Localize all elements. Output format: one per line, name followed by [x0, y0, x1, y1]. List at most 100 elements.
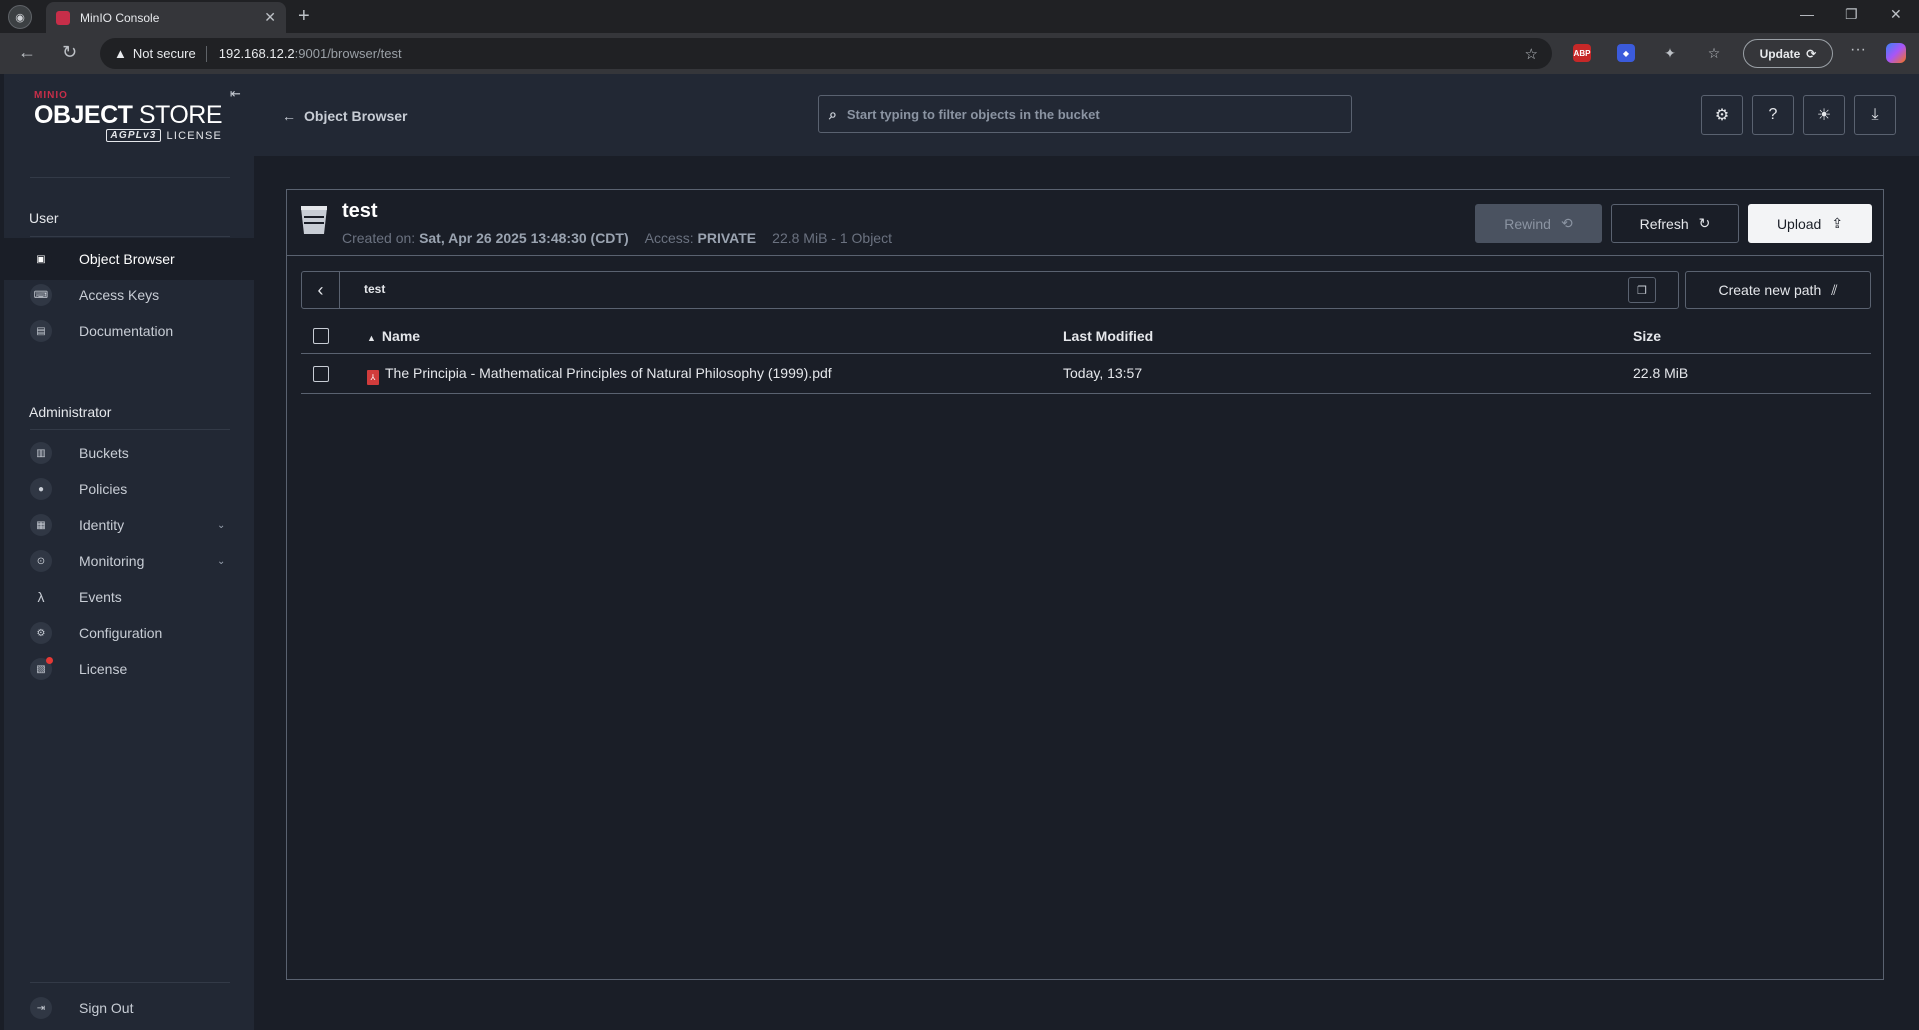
row-checkbox[interactable]: [313, 366, 329, 382]
refresh-icon: ↻: [1698, 215, 1711, 231]
search-icon: ⌕: [829, 105, 837, 122]
pdf-file-icon: ⅄: [367, 370, 379, 385]
bucket-meta: Created on: Sat, Apr 26 2025 13:48:30 (C…: [342, 230, 892, 246]
warning-icon: ▲: [114, 46, 127, 61]
address-bar[interactable]: ▲ Not secure 192.168.12.2 :9001/browser/…: [100, 38, 1552, 69]
upload-icon: ⇪: [1831, 215, 1844, 231]
create-new-path-button[interactable]: Create new path ⫽: [1685, 271, 1871, 309]
column-header-name[interactable]: ▲ Name: [367, 328, 420, 344]
minio-console: MINIO OBJECT STORE AGPLv3 LICENSE ⇤ User …: [0, 74, 1919, 1030]
path-back-button[interactable]: ‹: [302, 272, 340, 308]
chevron-down-icon: ⌄: [217, 519, 226, 531]
object-browser-icon: ▣: [30, 248, 52, 270]
update-icon: ⟳: [1806, 46, 1817, 61]
sidebar-divider: [30, 236, 230, 237]
url-host: 192.168.12.2: [218, 46, 295, 61]
favorites-icon[interactable]: ☆: [1705, 44, 1723, 62]
settings-button[interactable]: ⚙: [1701, 95, 1743, 135]
sign-out-icon: ⇥: [30, 997, 52, 1019]
access-keys-icon: ⌨: [30, 284, 52, 306]
breadcrumb-current[interactable]: test: [364, 282, 385, 296]
select-all-checkbox[interactable]: [313, 328, 329, 344]
sidebar-item-documentation[interactable]: ▤ Documentation: [4, 310, 254, 352]
collapse-sidebar-icon[interactable]: ⇤: [230, 86, 241, 102]
theme-toggle-button[interactable]: ☀: [1803, 95, 1845, 135]
help-icon: ?: [1768, 106, 1778, 123]
shield-extension-icon[interactable]: ◆: [1617, 44, 1635, 62]
section-title-user: User: [29, 210, 59, 226]
security-label: Not secure: [132, 46, 196, 61]
license-icon: ▧: [30, 657, 53, 680]
copilot-icon[interactable]: [1886, 43, 1906, 63]
history-icon: ⟲: [1560, 215, 1573, 231]
page-header: ← Object Browser ⌕ Start typing to filter…: [254, 74, 1919, 156]
refresh-button[interactable]: Refresh ↻: [1611, 204, 1739, 243]
objects-table: ▲ Name Last Modified Size ⅄ The Principia …: [301, 318, 1871, 394]
monitoring-icon: ⊙: [30, 550, 52, 572]
rewind-button[interactable]: Rewind ⟲: [1475, 204, 1602, 243]
minimize-icon[interactable]: —: [1800, 6, 1814, 22]
column-header-last-modified[interactable]: Last Modified: [1063, 328, 1153, 344]
new-folder-icon: ⫽: [1831, 281, 1838, 298]
back-to-object-browser-link[interactable]: ← Object Browser: [282, 108, 407, 124]
sidebar: MINIO OBJECT STORE AGPLv3 LICENSE ⇤ User …: [4, 74, 254, 1030]
sort-ascending-icon: ▲: [367, 333, 376, 343]
adblock-extension-icon[interactable]: ABP: [1573, 44, 1591, 62]
buckets-icon: ▥: [30, 442, 52, 464]
arrow-left-icon: ←: [282, 108, 296, 124]
documentation-icon: ▤: [30, 320, 52, 342]
breadcrumb: ‹ test ❐: [301, 271, 1679, 309]
tab-close-icon[interactable]: ✕: [264, 9, 276, 26]
address-separator: [205, 45, 207, 62]
column-header-size[interactable]: Size: [1633, 328, 1661, 344]
bucket-panel: test Created on: Sat, Apr 26 2025 13:48:…: [286, 189, 1884, 980]
policies-icon: ●: [30, 478, 52, 500]
browser-tab[interactable]: MinIO Console ✕: [46, 2, 286, 33]
browser-tab-bar: ◉ MinIO Console ✕ + — ❐ ✕: [0, 0, 1919, 33]
sun-icon: ☀: [1816, 107, 1832, 124]
more-menu-icon[interactable]: ···: [1850, 41, 1866, 59]
back-icon[interactable]: ←: [18, 42, 36, 63]
chevron-left-icon: ‹: [317, 279, 324, 300]
table-row[interactable]: ⅄ The Principia - Mathematical Principles…: [301, 354, 1871, 394]
browser-toolbar: ← ↻ ▲ Not secure 192.168.12.2 :9001/brow…: [0, 33, 1919, 74]
bucket-header: test Created on: Sat, Apr 26 2025 13:48:…: [287, 190, 1883, 256]
minio-favicon-icon: [56, 10, 70, 25]
copy-icon: ❐: [1637, 284, 1647, 297]
identity-icon: ▦: [30, 514, 52, 536]
chevron-down-icon: ⌄: [217, 555, 226, 567]
download-tray-icon: ⤓: [1871, 106, 1879, 123]
gear-icon: ⚙: [30, 622, 52, 644]
help-button[interactable]: ?: [1752, 95, 1794, 135]
bucket-icon: [301, 206, 327, 234]
object-size: 22.8 MiB: [1633, 365, 1689, 381]
new-tab-icon[interactable]: +: [298, 5, 310, 28]
upload-button[interactable]: Upload ⇪: [1748, 204, 1872, 243]
extensions-puzzle-icon[interactable]: ✦: [1661, 44, 1679, 62]
bucket-name: test: [342, 200, 378, 222]
update-button[interactable]: Update ⟳: [1743, 39, 1833, 68]
reload-icon[interactable]: ↻: [62, 42, 77, 63]
close-window-icon[interactable]: ✕: [1890, 6, 1902, 23]
minio-logo: MINIO OBJECT STORE AGPLv3 LICENSE: [34, 90, 223, 142]
filter-objects-input[interactable]: ⌕ Start typing to filter objects in the …: [818, 95, 1352, 133]
sidebar-divider: [30, 177, 230, 178]
object-last-modified: Today, 13:57: [1063, 365, 1143, 381]
table-header: ▲ Name Last Modified Size: [301, 318, 1871, 354]
lambda-icon: λ: [37, 589, 45, 605]
sign-out-button[interactable]: ⇥ Sign Out: [4, 987, 254, 1029]
restore-icon[interactable]: ❐: [1845, 6, 1858, 23]
section-title-administrator: Administrator: [29, 404, 112, 420]
object-name[interactable]: ⅄ The Principia - Mathematical Principles…: [367, 365, 832, 385]
notification-dot: [46, 657, 53, 664]
sidebar-divider: [30, 429, 230, 430]
downloads-button[interactable]: ⤓: [1854, 95, 1896, 135]
copy-path-button[interactable]: ❐: [1628, 277, 1656, 303]
tab-title: MinIO Console: [80, 10, 160, 25]
url-path: :9001/browser/test: [294, 46, 402, 61]
bookmark-star-icon[interactable]: ☆: [1525, 45, 1538, 63]
sidebar-divider: [30, 982, 230, 983]
sidebar-item-license[interactable]: ▧ License: [4, 648, 254, 690]
gear-icon: ⚙: [1714, 107, 1730, 124]
profile-avatar[interactable]: ◉: [8, 5, 32, 29]
